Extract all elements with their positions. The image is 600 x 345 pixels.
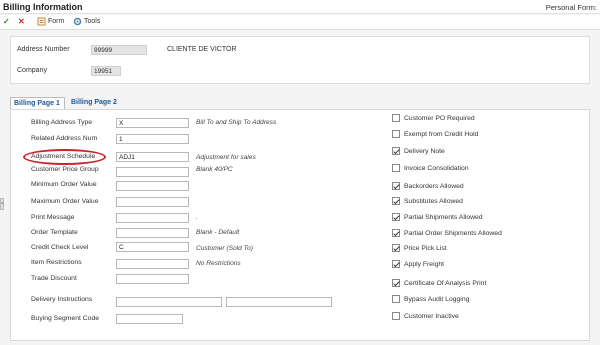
form-label: Form (48, 18, 65, 25)
credit-check-level-field[interactable]: C (116, 242, 189, 252)
related-address-num-field[interactable]: 1 (116, 134, 189, 144)
minimum-order-value-label: Minimum Order Value (31, 181, 97, 188)
adjustment-schedule-desc: Adjustment for sales (196, 154, 256, 161)
customer-name: CLIENTE DE VICTOR (167, 46, 237, 53)
checkbox-partial-order-shipments-allowed[interactable]: Partial Order Shipments Allowed (392, 229, 502, 237)
credit-check-level-label: Credit Check Level (31, 244, 89, 251)
checkbox-box[interactable] (392, 197, 400, 205)
order-template-label: Order Template (31, 229, 78, 236)
trade-discount-field[interactable] (116, 274, 189, 284)
ok-check-icon[interactable]: ✓ (3, 17, 10, 26)
checkbox-box[interactable] (392, 260, 400, 268)
checkbox-certificate-of-analysis-print[interactable]: Certificate Of Analysis Print (392, 279, 486, 287)
credit-check-level-desc: Customer (Sold To) (196, 245, 253, 252)
delivery-instructions-field-2[interactable] (226, 297, 332, 307)
checkbox-label: Apply Freight (404, 260, 445, 268)
adjustment-schedule-label: Adjustment Schedule (31, 153, 96, 160)
checkbox-substitutes-allowed[interactable]: Substitutes Allowed (392, 197, 463, 205)
checkbox-box[interactable] (392, 229, 400, 237)
maximum-order-value-label: Maximum Order Value (31, 198, 99, 205)
checkbox-label: Exempt from Credit Hold (404, 130, 479, 138)
print-message-field[interactable] (116, 213, 189, 223)
minimum-order-value-field[interactable] (116, 181, 189, 191)
personal-form-menu[interactable]: Personal Form: (546, 3, 597, 12)
checkbox-customer-inactive[interactable]: Customer Inactive (392, 312, 459, 320)
cancel-close-icon[interactable]: ✕ (18, 17, 25, 26)
page-title: Billing Information (3, 2, 83, 12)
checkbox-label: Invoice Consolidation (404, 164, 469, 172)
checkbox-price-pick-list[interactable]: Price Pick List (392, 244, 447, 252)
customer-price-group-desc: Blank 40/PC (196, 166, 233, 173)
header-section: Address Number 99999 CLIENTE DE VICTOR C… (10, 36, 590, 84)
billing-address-type-label: Billing Address Type (31, 119, 93, 126)
billing-address-type-desc: Bill To and Ship To Address (196, 119, 277, 126)
checkbox-customer-po-required[interactable]: Customer PO Required (392, 114, 475, 122)
checkbox-partial-shipments-allowed[interactable]: Partial Shipments Allowed (392, 213, 483, 221)
checkbox-label: Price Pick List (404, 244, 447, 252)
checkbox-box[interactable] (392, 279, 400, 287)
customer-price-group-label: Customer Price Group (31, 166, 99, 173)
checkbox-box[interactable] (392, 244, 400, 252)
checkbox-box[interactable] (392, 114, 400, 122)
address-number-label: Address Number (17, 46, 70, 53)
order-template-desc: Blank - Default (196, 229, 240, 236)
checkbox-label: Customer Inactive (404, 312, 459, 320)
related-address-num-label: Related Address Num (31, 135, 98, 142)
checkbox-apply-freight[interactable]: Apply Freight (392, 260, 444, 268)
company-label: Company (17, 67, 47, 74)
toolbar: ✓ ✕ Form Tools (0, 15, 600, 30)
checkbox-delivery-note[interactable]: Delivery Note (392, 147, 445, 155)
item-restrictions-field[interactable] (116, 259, 189, 269)
buying-segment-code-label: Buying Segment Code (31, 315, 100, 322)
tools-label: Tools (84, 18, 101, 25)
title-bar: Billing Information Personal Form: (0, 0, 600, 14)
checkbox-box[interactable] (392, 312, 400, 320)
checkbox-backorders-allowed[interactable]: Backorders Allowed (392, 182, 464, 190)
checkbox-label: Delivery Note (404, 147, 445, 155)
checkbox-label: Customer PO Required (404, 114, 475, 122)
customer-price-group-field[interactable] (116, 167, 189, 177)
delivery-instructions-field-1[interactable] (116, 297, 222, 307)
checkbox-label: Backorders Allowed (404, 182, 464, 190)
billing-page-1-panel: Billing Address Type X Bill To and Ship … (10, 109, 590, 341)
order-template-field[interactable] (116, 228, 189, 238)
item-restrictions-label: Item Restrictions (31, 259, 82, 266)
trade-discount-label: Trade Discount (31, 275, 77, 282)
checkbox-box[interactable] (392, 182, 400, 190)
buying-segment-code-field[interactable] (116, 314, 183, 324)
company-value: 19951 (91, 66, 121, 76)
address-number-value: 99999 (91, 45, 147, 55)
adjustment-schedule-field[interactable]: ADJ1 (116, 152, 189, 162)
checkbox-label: Partial Order Shipments Allowed (404, 229, 502, 237)
item-restrictions-desc: No Restrictions (196, 260, 241, 267)
checkbox-box[interactable] (392, 147, 400, 155)
tools-menu-button[interactable]: Tools (73, 17, 100, 26)
checkbox-label: Bypass Audit Logging (404, 295, 470, 303)
delivery-instructions-label: Delivery Instructions (31, 296, 93, 303)
checkbox-label: Certificate Of Analysis Print (404, 279, 487, 287)
checkbox-invoice-consolidation[interactable]: Invoice Consolidation (392, 164, 469, 172)
form-menu-button[interactable]: Form (37, 17, 64, 26)
tools-icon (73, 17, 82, 26)
tab-billing-page-2[interactable]: Billing Page 2 (68, 97, 123, 109)
checkbox-box[interactable] (392, 295, 400, 303)
print-message-label: Print Message (31, 214, 75, 221)
expand-handle-icon[interactable]: < (0, 198, 4, 210)
checkbox-label: Substitutes Allowed (404, 197, 463, 205)
billing-address-type-field[interactable]: X (116, 118, 189, 128)
print-message-desc: . (196, 214, 198, 221)
checkbox-box[interactable] (392, 213, 400, 221)
checkbox-bypass-audit-logging[interactable]: Bypass Audit Logging (392, 295, 469, 303)
checkbox-box[interactable] (392, 130, 400, 138)
checkbox-label: Partial Shipments Allowed (404, 213, 483, 221)
tab-billing-page-1[interactable]: Billing Page 1 (10, 97, 65, 111)
checkbox-exempt-from-credit-hold[interactable]: Exempt from Credit Hold (392, 130, 478, 138)
form-icon (37, 17, 46, 26)
maximum-order-value-field[interactable] (116, 197, 189, 207)
checkbox-box[interactable] (392, 164, 400, 172)
